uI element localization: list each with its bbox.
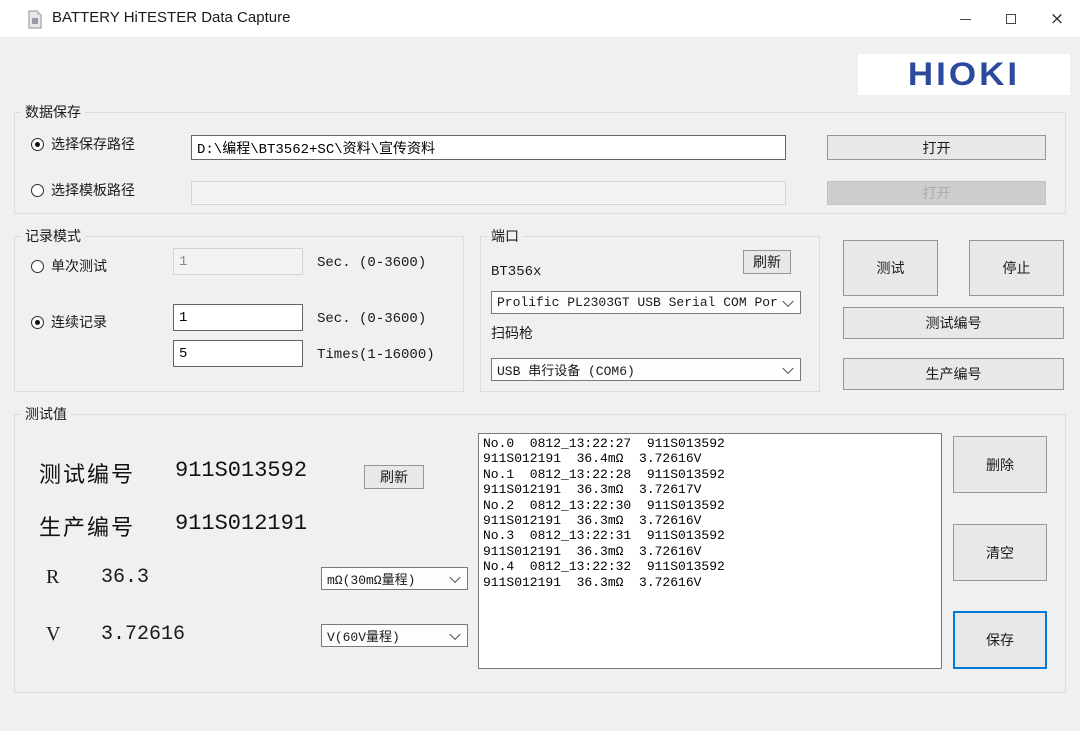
test-number-button[interactable]: 测试编号 [843, 307, 1064, 339]
open-save-path-button[interactable]: 打开 [827, 135, 1046, 160]
resistance-value: 36.3 [101, 566, 149, 589]
continuous-interval-hint: Sec. (0-3600) [317, 311, 426, 327]
port-group: 端口 刷新 BT356x Prolific PL2303GT USB Seria… [480, 236, 820, 392]
continuous-record-radio[interactable] [31, 316, 44, 329]
production-number-button[interactable]: 生产编号 [843, 358, 1064, 390]
maximize-button[interactable] [988, 0, 1034, 38]
save-button[interactable]: 保存 [953, 611, 1047, 669]
port-refresh-button[interactable]: 刷新 [743, 250, 791, 274]
template-path-input [191, 181, 786, 205]
save-path-radio-row[interactable]: 选择保存路径 [31, 134, 135, 154]
chevron-down-icon [782, 295, 793, 306]
scanner-port-select[interactable]: USB 串行设备 (COM6) [491, 358, 801, 381]
save-path-radio-label: 选择保存路径 [51, 134, 135, 154]
save-path-radio[interactable] [31, 138, 44, 151]
stop-button[interactable]: 停止 [969, 240, 1064, 296]
close-button[interactable]: × [1034, 0, 1080, 38]
save-path-input[interactable] [191, 135, 786, 160]
single-test-radio-row[interactable]: 单次测试 [31, 256, 107, 276]
single-test-radio[interactable] [31, 260, 44, 273]
open-template-path-button: 打开 [827, 181, 1046, 205]
voltage-range-selected: V(60V量程) [327, 626, 400, 645]
window-controls: × [942, 0, 1080, 38]
test-no-label: 测试编号 [39, 457, 135, 489]
single-interval-input [173, 248, 303, 275]
continuous-record-radio-row[interactable]: 连续记录 [31, 312, 107, 332]
measurement-log[interactable]: No.0 0812_13:22:27 911S013592 911S012191… [478, 433, 942, 669]
port-group-label: 端口 [487, 228, 523, 245]
device-port-selected: Prolific PL2303GT USB Serial COM Por [497, 295, 778, 310]
minimize-icon [960, 19, 971, 20]
continuous-times-input[interactable] [173, 340, 303, 367]
continuous-interval-input[interactable] [173, 304, 303, 331]
resistance-range-select[interactable]: mΩ(30mΩ量程) [321, 567, 468, 590]
minimize-button[interactable] [942, 0, 988, 38]
prod-no-value: 911S012191 [175, 511, 307, 536]
test-button[interactable]: 测试 [843, 240, 938, 296]
device-port-select[interactable]: Prolific PL2303GT USB Serial COM Por [491, 291, 801, 314]
maximize-icon [1006, 14, 1016, 24]
continuous-record-radio-label: 连续记录 [51, 312, 107, 332]
app-icon [27, 10, 43, 29]
close-icon: × [1050, 11, 1064, 28]
single-test-radio-label: 单次测试 [51, 256, 107, 276]
record-mode-group: 记录模式 单次测试 Sec. (0-3600) 连续记录 Sec. (0-360… [14, 236, 464, 392]
single-interval-hint: Sec. (0-3600) [317, 255, 426, 271]
scanner-label: 扫码枪 [491, 323, 533, 343]
window-title: BATTERY HiTESTER Data Capture [52, 9, 290, 26]
hioki-logo: HIOKI [858, 54, 1070, 95]
chevron-down-icon [782, 362, 793, 373]
clear-button[interactable]: 清空 [953, 524, 1047, 581]
hioki-logo-text: HIOKI [908, 56, 1020, 93]
test-values-group: 测试值 测试编号 911S013592 刷新 生产编号 911S012191 R… [14, 414, 1066, 693]
template-path-radio-row[interactable]: 选择模板路径 [31, 180, 135, 200]
resistance-range-selected: mΩ(30mΩ量程) [327, 569, 415, 588]
title-bar: BATTERY HiTESTER Data Capture × [0, 0, 1080, 38]
voltage-value: 3.72616 [101, 623, 185, 646]
test-no-value: 911S013592 [175, 458, 307, 483]
continuous-times-hint: Times(1-16000) [317, 347, 435, 363]
data-save-group: 数据保存 选择保存路径 打开 选择模板路径 打开 [14, 112, 1066, 214]
device-label: BT356x [491, 264, 541, 280]
values-refresh-button[interactable]: 刷新 [364, 465, 424, 489]
template-path-radio-label: 选择模板路径 [51, 180, 135, 200]
test-values-group-label: 测试值 [21, 406, 71, 423]
voltage-label: V [46, 623, 60, 646]
voltage-range-select[interactable]: V(60V量程) [321, 624, 468, 647]
chevron-down-icon [449, 571, 460, 582]
prod-no-label: 生产编号 [39, 510, 135, 542]
record-mode-group-label: 记录模式 [21, 228, 85, 245]
resistance-label: R [46, 566, 59, 589]
template-path-radio[interactable] [31, 184, 44, 197]
scanner-port-selected: USB 串行设备 (COM6) [497, 360, 635, 379]
data-save-group-label: 数据保存 [21, 104, 85, 121]
delete-button[interactable]: 删除 [953, 436, 1047, 493]
chevron-down-icon [449, 628, 460, 639]
